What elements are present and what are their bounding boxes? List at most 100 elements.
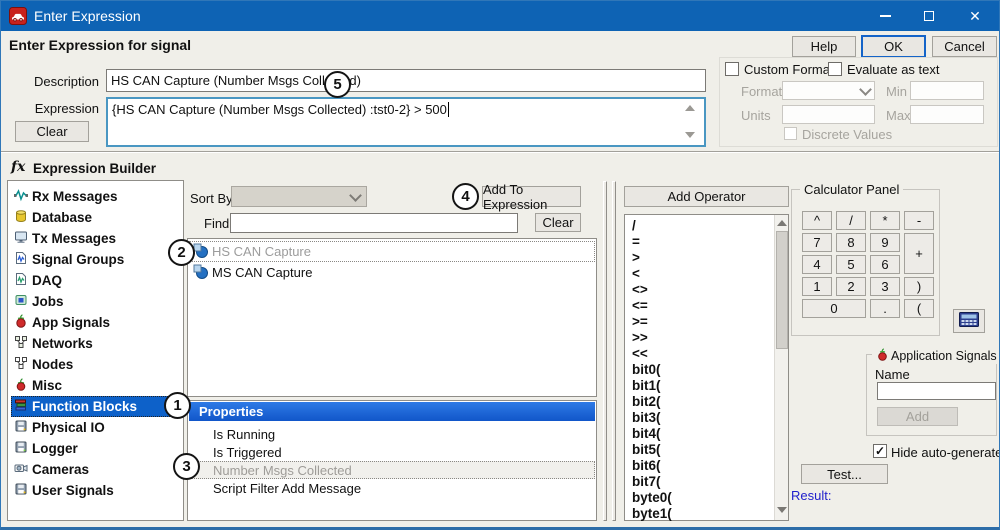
scrollbar-thumb[interactable] <box>776 231 788 349</box>
calc-key[interactable]: ( <box>904 299 934 318</box>
sidebar-item-tx-messages[interactable]: Tx Messages <box>11 228 119 249</box>
add-button[interactable]: Add <box>877 407 958 426</box>
property-row-is-triggered[interactable]: Is Triggered <box>189 443 595 461</box>
calc-key[interactable]: ) <box>904 277 934 296</box>
property-row-is-running[interactable]: Is Running <box>189 425 595 443</box>
sidebar-item-function-blocks[interactable]: Function Blocks <box>11 396 174 417</box>
sort-by-dropdown[interactable] <box>231 186 367 207</box>
scroll-up-icon[interactable] <box>777 220 787 226</box>
sidebar-item-physical-io[interactable]: Physical IO <box>11 417 108 438</box>
find-clear-button[interactable]: Clear <box>535 213 581 232</box>
list-item-ms-can-capture[interactable]: MS CAN Capture <box>189 262 595 283</box>
operator-item[interactable]: < <box>632 266 640 281</box>
operator-item[interactable]: <= <box>632 298 648 313</box>
help-button[interactable]: Help <box>792 36 856 57</box>
operator-item[interactable]: >> <box>632 330 648 345</box>
expression-scroll-down-icon[interactable] <box>685 132 695 138</box>
close-button[interactable]: ✕ <box>951 1 999 31</box>
sidebar-item-user-signals[interactable]: User Signals <box>11 480 117 501</box>
sidebar-item-nodes[interactable]: Nodes <box>11 354 76 375</box>
annotation-1: 1 <box>164 392 191 419</box>
min-field[interactable] <box>910 81 984 100</box>
operator-item[interactable]: bit0( <box>632 362 661 377</box>
sidebar-item-jobs[interactable]: Jobs <box>11 291 67 312</box>
operator-item[interactable]: <> <box>632 282 648 297</box>
name-input[interactable] <box>877 382 996 400</box>
operator-list: / = > < <> <= >= >> << bit0( bit1( bit2(… <box>624 214 789 521</box>
calc-key[interactable]: - <box>904 211 934 230</box>
calc-key[interactable]: . <box>870 299 900 318</box>
operator-item[interactable]: byte1( <box>632 506 672 521</box>
sidebar-item-signal-groups[interactable]: Signal Groups <box>11 249 127 270</box>
logger-icon <box>14 440 28 457</box>
calc-key[interactable]: 7 <box>802 233 832 252</box>
list-item-hs-can-capture[interactable]: HS CAN Capture <box>189 241 595 262</box>
splitter-handle[interactable] <box>612 181 616 521</box>
description-field[interactable]: HS CAN Capture (Number Msgs Collected) <box>106 69 706 92</box>
calc-key[interactable]: + <box>904 233 934 274</box>
format-label: Format <box>741 84 782 99</box>
calc-key[interactable]: 3 <box>870 277 900 296</box>
max-field[interactable] <box>910 105 984 124</box>
format-dropdown[interactable] <box>782 81 875 100</box>
operator-item[interactable]: bit3( <box>632 410 661 425</box>
sidebar-item-app-signals[interactable]: App Signals <box>11 312 113 333</box>
sidebar-item-rx-messages[interactable]: Rx Messages <box>11 186 121 207</box>
custom-format-checkbox[interactable] <box>725 62 739 76</box>
add-operator-button[interactable]: Add Operator <box>624 186 789 207</box>
function-blocks-icon <box>14 398 28 415</box>
operator-item[interactable]: byte0( <box>632 490 672 505</box>
misc-icon <box>14 377 28 394</box>
operator-item[interactable]: / <box>632 218 636 233</box>
hide-auto-generated-checkbox[interactable]: ✓ <box>873 444 887 458</box>
app-signals-icon <box>14 314 28 331</box>
calc-key[interactable]: 6 <box>870 255 900 274</box>
hide-auto-generated-label: Hide auto-generated it <box>891 445 1000 460</box>
sidebar-item-daq[interactable]: DAQ <box>11 270 65 291</box>
sidebar-item-database[interactable]: Database <box>11 207 95 228</box>
operator-item[interactable]: bit2( <box>632 394 661 409</box>
operator-item[interactable]: bit4( <box>632 426 661 441</box>
sidebar-item-misc[interactable]: Misc <box>11 375 65 396</box>
operator-item[interactable]: bit1( <box>632 378 661 393</box>
operator-scrollbar[interactable] <box>774 215 788 520</box>
operator-item[interactable]: bit7( <box>632 474 661 489</box>
calc-key[interactable]: 9 <box>870 233 900 252</box>
calc-key[interactable]: 1 <box>802 277 832 296</box>
add-to-expression-button[interactable]: Add To Expression <box>482 186 581 207</box>
calc-key[interactable]: 0 <box>802 299 866 318</box>
calc-key[interactable]: ^ <box>802 211 832 230</box>
calculator-button[interactable] <box>953 309 985 333</box>
operator-item[interactable]: bit6( <box>632 458 661 473</box>
operator-item[interactable]: << <box>632 346 648 361</box>
operator-item[interactable]: >= <box>632 314 648 329</box>
maximize-button[interactable] <box>907 1 951 31</box>
scroll-down-icon[interactable] <box>777 507 787 513</box>
minimize-button[interactable] <box>863 1 907 31</box>
test-button[interactable]: Test... <box>801 464 888 484</box>
expression-field[interactable]: {HS CAN Capture (Number Msgs Collected) … <box>106 97 706 147</box>
units-field[interactable] <box>782 105 875 124</box>
sidebar-item-cameras[interactable]: Cameras <box>11 459 92 480</box>
calc-key[interactable]: * <box>870 211 900 230</box>
cancel-button[interactable]: Cancel <box>932 36 997 57</box>
calc-key[interactable]: 8 <box>836 233 866 252</box>
property-row-number-msgs-collected[interactable]: Number Msgs Collected <box>189 461 595 479</box>
evaluate-as-text-checkbox[interactable] <box>828 62 842 76</box>
calc-key[interactable]: 4 <box>802 255 832 274</box>
operator-item[interactable]: bit5( <box>632 442 661 457</box>
calc-key[interactable]: 2 <box>836 277 866 296</box>
calc-key[interactable]: / <box>836 211 866 230</box>
operator-item[interactable]: > <box>632 250 640 265</box>
ok-button[interactable]: OK <box>861 35 926 58</box>
property-row-script-filter-add-message[interactable]: Script Filter Add Message <box>189 479 595 497</box>
sidebar-item-logger[interactable]: Logger <box>11 438 81 459</box>
calc-key[interactable]: 5 <box>836 255 866 274</box>
find-input[interactable] <box>230 213 518 233</box>
operator-item[interactable]: = <box>632 234 640 249</box>
splitter-handle[interactable] <box>603 181 607 521</box>
sidebar-item-networks[interactable]: Networks <box>11 333 96 354</box>
expression-scroll-up-icon[interactable] <box>685 105 695 111</box>
discrete-values-checkbox[interactable] <box>784 127 797 140</box>
clear-expression-button[interactable]: Clear <box>15 121 89 142</box>
